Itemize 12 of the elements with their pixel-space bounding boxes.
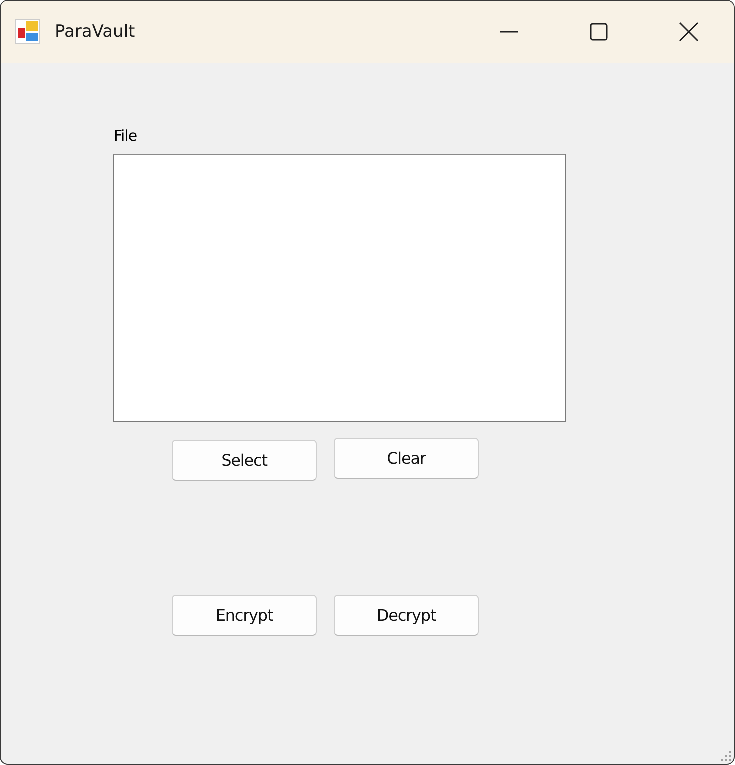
resize-grip-icon[interactable]	[720, 750, 732, 762]
file-button[interactable]: Select	[172, 440, 317, 481]
minimize-icon	[500, 31, 518, 33]
action-button[interactable]: Decrypt	[334, 595, 479, 636]
close-icon	[678, 21, 700, 43]
app-icon	[15, 19, 41, 45]
action-button[interactable]: Encrypt	[172, 595, 317, 636]
window-title: ParaVault	[55, 22, 136, 42]
file-list[interactable]	[113, 154, 566, 422]
maximize-icon	[588, 21, 610, 43]
file-label: File	[114, 127, 138, 145]
file-button[interactable]: Clear	[334, 438, 479, 479]
